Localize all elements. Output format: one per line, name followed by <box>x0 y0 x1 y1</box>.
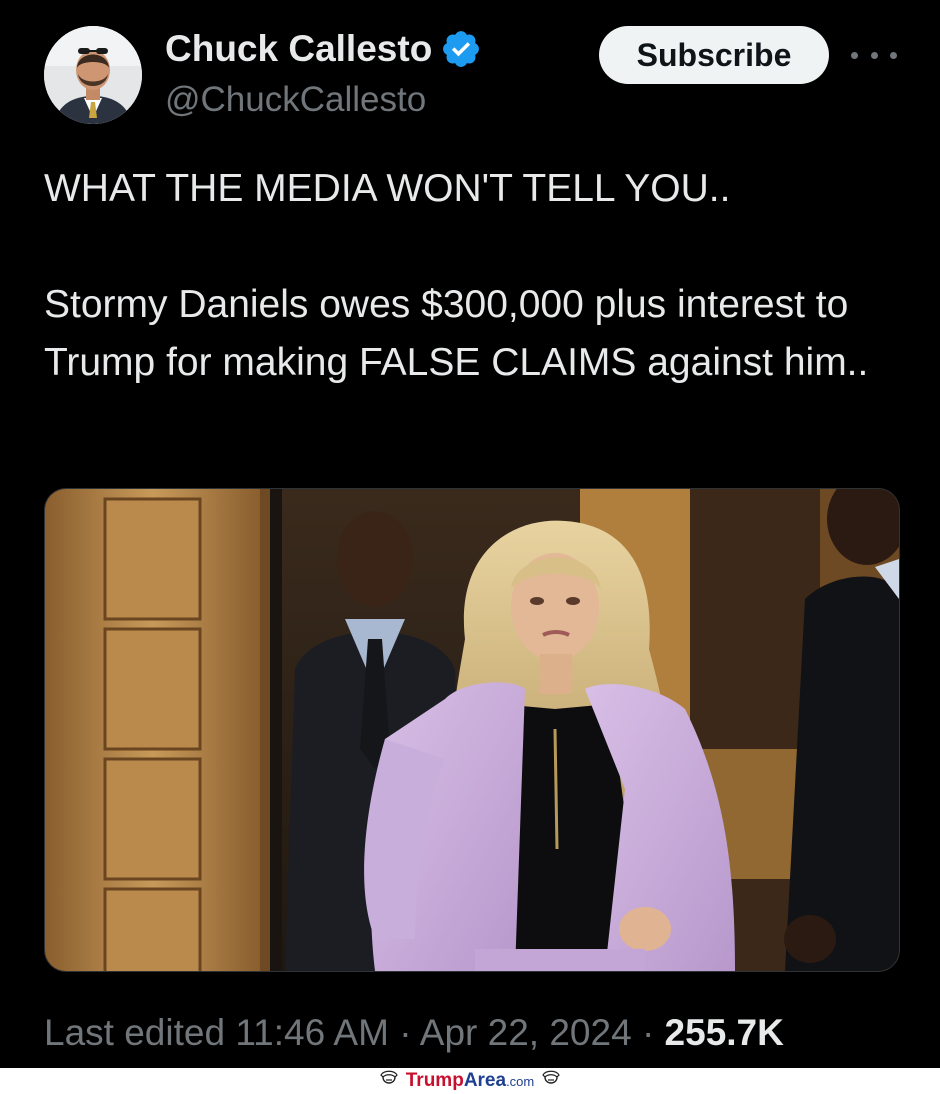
edited-label[interactable]: Last edited <box>44 1012 225 1053</box>
tweet-meta: Last edited 11:46 AM · Apr 22, 2024 · 25… <box>44 1012 784 1054</box>
watermark-text: TrumpArea.com <box>405 1070 535 1091</box>
meta-separator: · <box>641 1012 655 1053</box>
author-display-name[interactable]: Chuck Callesto <box>165 28 432 70</box>
trump-hair-icon <box>378 1069 400 1094</box>
tweet-photo[interactable] <box>44 488 900 972</box>
author-handle[interactable]: @ChuckCallesto <box>165 80 426 120</box>
watermark-bar: TrumpArea.com <box>0 1068 940 1094</box>
more-options-icon[interactable] <box>851 40 897 70</box>
tweet-text: WHAT THE MEDIA WON'T TELL YOU.. Stormy D… <box>44 160 904 392</box>
verified-badge-icon <box>440 28 482 70</box>
meta-separator: · <box>399 1012 412 1053</box>
author-name[interactable]: Chuck Callesto <box>165 28 482 70</box>
tweet-card: Chuck Callesto @ChuckCallesto Subscribe … <box>0 0 940 1068</box>
tweet-paragraph: Stormy Daniels owes $300,000 plus intere… <box>44 283 869 384</box>
tweet-time[interactable]: 11:46 AM <box>235 1012 389 1053</box>
tweet-date[interactable]: Apr 22, 2024 <box>420 1012 632 1053</box>
tweet-paragraph: WHAT THE MEDIA WON'T TELL YOU.. <box>44 167 731 210</box>
trump-hair-icon <box>540 1069 562 1094</box>
view-count[interactable]: 255.7K <box>665 1012 784 1053</box>
subscribe-button[interactable]: Subscribe <box>599 26 829 84</box>
author-avatar[interactable] <box>44 26 142 124</box>
